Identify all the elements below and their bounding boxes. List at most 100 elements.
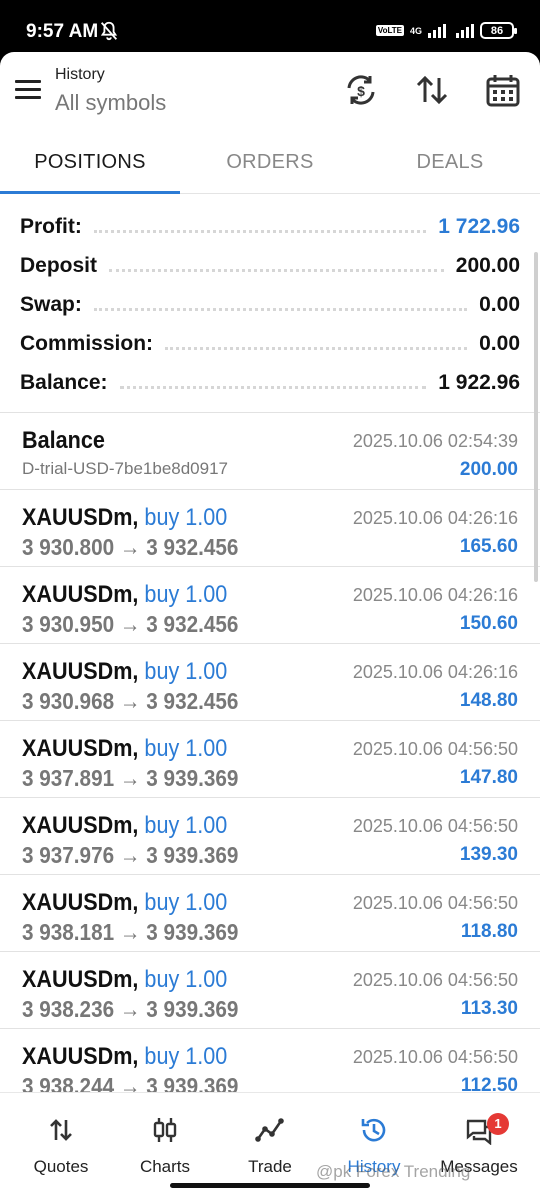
position-time: 2025.10.06 04:56:50: [352, 893, 518, 913]
commission-value: 0.00: [479, 331, 520, 355]
position-symbol: XAUUSDm,: [22, 1043, 139, 1070]
position-symbol: XAUUSDm,: [22, 658, 139, 685]
position-symbol: XAUUSDm,: [22, 735, 139, 762]
position-prices: 3 937.976 → 3 939.369: [22, 842, 239, 868]
position-profit: 148.80: [459, 690, 518, 711]
tab-positions[interactable]: POSITIONS: [0, 132, 180, 194]
position-time: 2025.10.06 04:26:16: [352, 585, 518, 605]
page-title: History: [55, 66, 105, 83]
status-bar: 9:57 AM VoLTE 4G 86: [0, 0, 540, 52]
position-profit: 139.30: [459, 844, 518, 865]
balance-value: 1 922.96: [438, 370, 520, 394]
position-time: 2025.10.06 04:56:50: [352, 739, 518, 759]
summary-row-deposit: Deposit 200.00: [20, 246, 520, 285]
volte-badge: VoLTE: [375, 25, 404, 36]
nav-charts[interactable]: Charts: [111, 1093, 219, 1193]
position-row[interactable]: XAUUSDm, buy 1.00 3 930.968 → 3 932.456 …: [0, 644, 540, 721]
app-header: History All symbols $: [0, 52, 540, 132]
symbol-filter[interactable]: All symbols: [55, 90, 166, 116]
nav-trade[interactable]: Trade: [216, 1093, 324, 1193]
home-indicator[interactable]: [170, 1183, 370, 1188]
position-direction: buy 1.00: [144, 1043, 228, 1070]
position-prices: 3 938.181 → 3 939.369: [22, 919, 239, 945]
deposit-value: 200.00: [455, 253, 520, 277]
position-row[interactable]: XAUUSDm, buy 1.00 3 938.181 → 3 939.369 …: [0, 875, 540, 952]
summary-row-commission: Commission: 0.00: [20, 324, 520, 363]
bell-muted-icon: [100, 21, 118, 41]
summary-panel: Profit: 1 722.96 Deposit 200.00 Swap: 0.…: [0, 195, 540, 413]
position-profit: 150.60: [459, 613, 518, 634]
nav-quotes[interactable]: Quotes: [7, 1093, 115, 1193]
position-time: 2025.10.06 04:56:50: [352, 970, 518, 990]
position-symbol: XAUUSDm,: [22, 504, 139, 531]
position-time: 2025.10.06 04:56:50: [352, 816, 518, 836]
balance-entry-account: D-trial-USD-7be1be8d0917: [22, 459, 229, 478]
tab-deals[interactable]: DEALS: [360, 132, 540, 194]
currency-exchange-icon[interactable]: $: [343, 72, 379, 108]
position-row[interactable]: XAUUSDm, buy 1.00 3 938.236 → 3 939.369 …: [0, 952, 540, 1029]
menu-icon[interactable]: [15, 80, 41, 100]
position-symbol: XAUUSDm,: [22, 889, 139, 916]
sort-icon[interactable]: [414, 72, 450, 108]
balance-entry[interactable]: Balance D-trial-USD-7be1be8d0917 2025.10…: [0, 413, 540, 490]
network-type: 4G: [409, 25, 422, 36]
profit-label: Profit:: [20, 214, 82, 238]
scrollbar[interactable]: [534, 252, 538, 582]
position-time: 2025.10.06 04:26:16: [352, 662, 518, 682]
position-row[interactable]: XAUUSDm, buy 1.00 3 937.976 → 3 939.369 …: [0, 798, 540, 875]
position-time: 2025.10.06 04:26:16: [352, 508, 518, 528]
battery-icon: 86: [480, 22, 517, 39]
commission-label: Commission:: [20, 331, 154, 355]
position-row[interactable]: XAUUSDm, buy 1.00 3 930.950 → 3 932.456 …: [0, 567, 540, 644]
nav-quotes-label: Quotes: [33, 1157, 89, 1176]
trade-icon: [255, 1118, 284, 1142]
calendar-icon[interactable]: [485, 72, 521, 108]
active-tab-indicator: [0, 191, 180, 194]
quotes-icon: [50, 1119, 72, 1141]
position-prices: 3 930.800 → 3 932.456: [22, 534, 239, 560]
tab-bar: POSITIONS ORDERS DEALS: [0, 132, 540, 194]
status-time: 9:57 AM: [26, 21, 99, 42]
svg-text:$: $: [357, 83, 365, 99]
position-prices: 3 930.968 → 3 932.456: [22, 688, 239, 714]
summary-row-balance: Balance: 1 922.96: [20, 363, 520, 402]
messages-badge: 1: [487, 1113, 509, 1135]
position-direction: buy 1.00: [144, 504, 228, 531]
balance-entry-time: 2025.10.06 02:54:39: [352, 431, 518, 451]
position-prices: 3 937.891 → 3 939.369: [22, 765, 239, 791]
position-profit: 165.60: [459, 536, 518, 557]
swap-label: Swap:: [20, 292, 82, 316]
balance-label: Balance:: [20, 370, 108, 394]
summary-row-swap: Swap: 0.00: [20, 285, 520, 324]
position-direction: buy 1.00: [144, 581, 228, 608]
app-window: History All symbols $ POSITIONS ORDERS D…: [0, 52, 540, 1200]
position-direction: buy 1.00: [144, 966, 228, 993]
deposit-label: Deposit: [20, 253, 98, 277]
profit-value: 1 722.96: [438, 214, 520, 238]
position-direction: buy 1.00: [144, 658, 228, 685]
position-profit: 113.30: [460, 998, 518, 1019]
position-symbol: XAUUSDm,: [22, 966, 139, 993]
position-direction: buy 1.00: [144, 735, 228, 762]
position-row[interactable]: XAUUSDm, buy 1.00 3 930.800 → 3 932.456 …: [0, 490, 540, 567]
nav-charts-label: Charts: [139, 1157, 191, 1176]
charts-icon: [153, 1118, 177, 1142]
position-symbol: XAUUSDm,: [22, 812, 139, 839]
positions-list: Balance D-trial-USD-7be1be8d0917 2025.10…: [0, 413, 540, 1106]
status-indicators: VoLTE 4G 86: [375, 22, 517, 39]
balance-entry-amount: 200.00: [459, 459, 518, 480]
position-symbol: XAUUSDm,: [22, 581, 139, 608]
position-profit: 147.80: [459, 767, 518, 788]
position-profit: 118.80: [460, 921, 518, 942]
watermark-text: @pk Forex Trending: [316, 1162, 471, 1181]
nav-trade-label: Trade: [248, 1157, 292, 1176]
position-direction: buy 1.00: [144, 889, 228, 916]
summary-row-profit: Profit: 1 722.96: [20, 207, 520, 246]
position-time: 2025.10.06 04:56:50: [352, 1047, 518, 1067]
position-prices: 3 930.950 → 3 932.456: [22, 611, 239, 637]
tab-orders[interactable]: ORDERS: [180, 132, 360, 194]
position-direction: buy 1.00: [144, 812, 228, 839]
position-row[interactable]: XAUUSDm, buy 1.00 3 937.891 → 3 939.369 …: [0, 721, 540, 798]
signal-icon: [428, 23, 446, 38]
swap-value: 0.00: [479, 292, 520, 316]
